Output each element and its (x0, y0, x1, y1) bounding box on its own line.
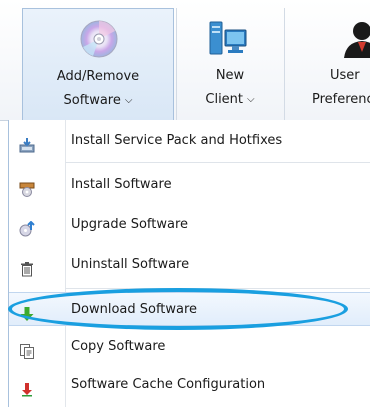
download-arrow-icon (19, 302, 35, 321)
user-preferences-button[interactable]: User Preferences (286, 8, 370, 120)
menu-item-copy-software[interactable]: Copy Software (9, 330, 370, 364)
menu-item-label: Install Service Pack and Hotfixes (71, 133, 283, 148)
menu-item-install-software[interactable]: Install Software (9, 168, 370, 202)
install-package-icon (19, 133, 35, 153)
chevron-down-icon: ⌵ (124, 95, 133, 106)
software-dropdown-menu: Install Service Pack and Hotfixes Instal… (8, 120, 370, 407)
user-preferences-label: User Preferences (312, 68, 370, 107)
menu-item-label: Upgrade Software (71, 217, 189, 232)
new-client-button[interactable]: New Client ⌵ (178, 8, 282, 120)
cache-config-icon (19, 377, 35, 397)
menu-item-upgrade-software[interactable]: Upgrade Software (9, 208, 370, 242)
menu-item-software-cache-configuration[interactable]: Software Cache Configuration (9, 368, 370, 402)
copy-document-icon (19, 339, 35, 359)
computer-client-icon (208, 20, 248, 67)
menu-divider (65, 162, 370, 163)
trash-can-icon (19, 257, 35, 277)
menu-item-install-service-pack[interactable]: Install Service Pack and Hotfixes (9, 124, 370, 158)
chevron-down-icon: ⌵ (247, 94, 255, 105)
user-icon (342, 18, 370, 67)
upgrade-disc-icon (19, 217, 35, 237)
menu-item-label: Software Cache Configuration (71, 377, 266, 392)
add-remove-software-button[interactable]: Add/Remove Software ⌵ (22, 8, 174, 120)
menu-item-label: Download Software (71, 302, 198, 317)
cd-disc-icon (79, 19, 119, 68)
menu-divider (65, 288, 370, 289)
menu-item-uninstall-software[interactable]: Uninstall Software (9, 248, 370, 282)
menu-item-label: Copy Software (71, 339, 166, 354)
menu-item-label: Install Software (71, 177, 172, 192)
add-remove-software-label: Add/Remove Software ⌵ (23, 65, 173, 113)
ribbon-separator (284, 8, 285, 120)
ribbon-toolbar: Add/Remove Software ⌵ New Client ⌵ User … (0, 0, 370, 121)
new-client-label: New Client ⌵ (178, 64, 282, 112)
menu-item-label: Uninstall Software (71, 257, 190, 272)
ribbon-separator (176, 8, 177, 120)
install-box-icon (19, 177, 35, 197)
menu-item-download-software[interactable]: Download Software (9, 292, 370, 326)
